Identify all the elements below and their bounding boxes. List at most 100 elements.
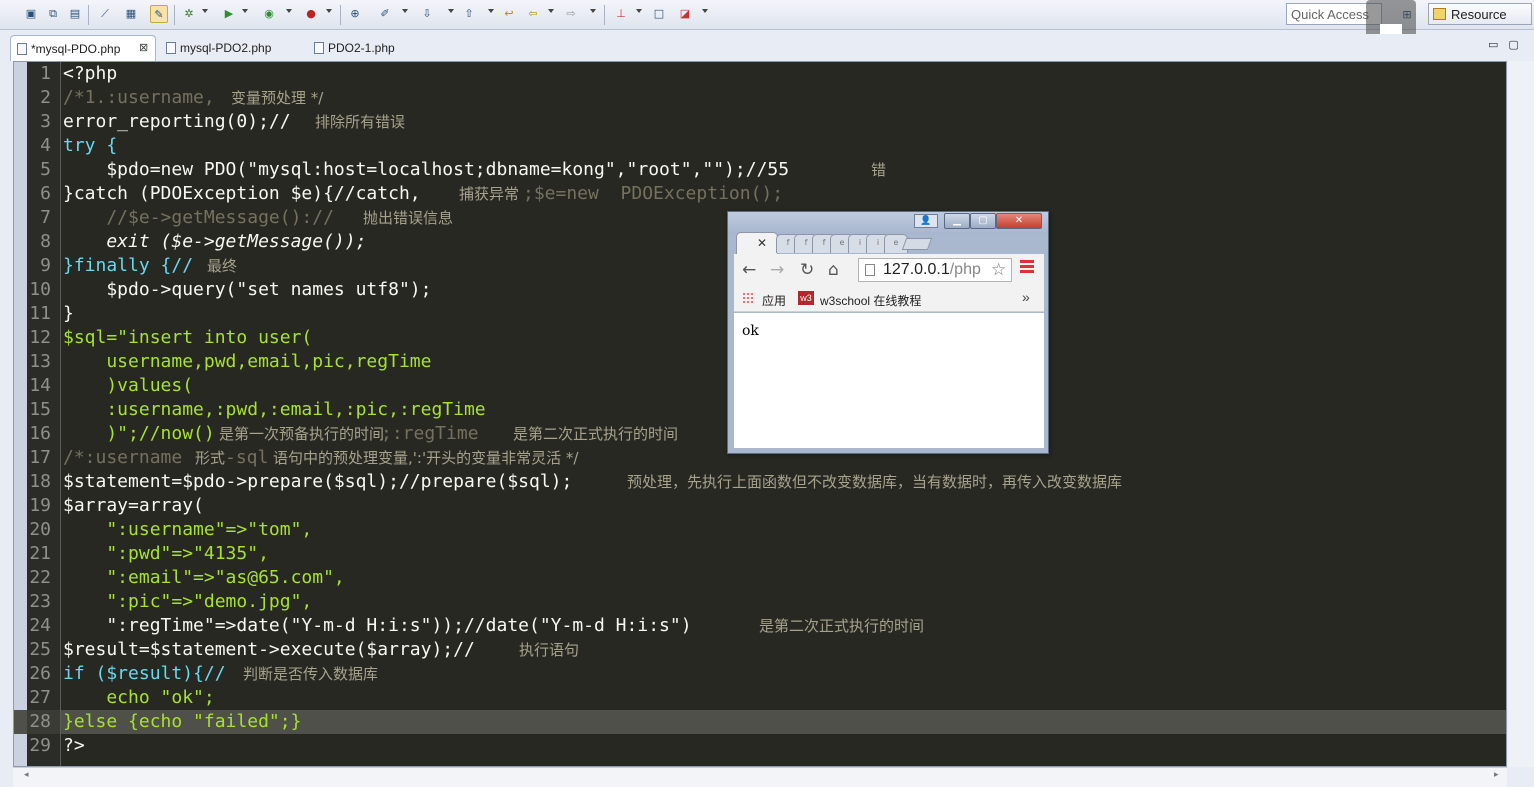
- code-line[interactable]: ":email"=>"as@65.com",: [63, 566, 344, 590]
- code-comment: 形式: [195, 449, 226, 467]
- tab-label: *mysql-PDO.php: [31, 42, 121, 56]
- forward-icon[interactable]: ⇨: [562, 5, 580, 23]
- skip-breakpoints-icon[interactable]: ⟋: [96, 5, 114, 23]
- code-line[interactable]: $pdo=new PDO("mysql:host=localhost;dbnam…: [63, 158, 789, 182]
- last-edit-icon[interactable]: ↩: [500, 5, 518, 23]
- home-icon[interactable]: ⌂: [828, 260, 839, 280]
- run-external-icon[interactable]: ◉: [260, 5, 278, 23]
- code-line[interactable]: $pdo->query("set names utf8");: [63, 278, 431, 302]
- code-line[interactable]: }: [63, 302, 74, 326]
- user-profile-icon[interactable]: 👤: [914, 214, 938, 228]
- line-number: 10: [29, 279, 51, 300]
- code-line[interactable]: :username,:pwd,:email,:pic,:regTime: [63, 398, 485, 422]
- blank-page-icon[interactable]: □: [650, 5, 668, 23]
- scroll-left-icon[interactable]: ◂: [24, 770, 29, 780]
- more-bookmarks-icon[interactable]: »: [1022, 289, 1030, 305]
- line-number: 16: [29, 423, 51, 444]
- pin-icon[interactable]: ⊥: [612, 5, 630, 23]
- browser-page-content: ok: [734, 313, 1044, 448]
- code-line-current[interactable]: }else {echo "failed";}: [63, 710, 301, 734]
- browser-tab-active[interactable]: ✕: [736, 232, 778, 254]
- toggle-mark-occurrences-icon[interactable]: ✎: [150, 5, 168, 23]
- close-icon[interactable]: ✕: [757, 236, 767, 250]
- code-line[interactable]: username,pwd,email,pic,regTime: [63, 350, 431, 374]
- maximize-button[interactable]: ▢: [970, 213, 996, 229]
- line-number: 22: [29, 567, 51, 588]
- wand-icon[interactable]: ✐: [376, 5, 394, 23]
- code-line[interactable]: //$e->getMessage()://: [63, 206, 334, 230]
- tab-pdo2-1[interactable]: PDO2-1.php: [308, 35, 418, 61]
- code-line[interactable]: ":pwd"=>"4135",: [63, 542, 269, 566]
- browser-toolbar: ← → ↻ ⌂ 127.0.0.1/php ☆: [734, 254, 1044, 286]
- close-window-button[interactable]: ✕: [996, 213, 1042, 229]
- minimize-button[interactable]: ▁: [944, 213, 970, 229]
- code-line[interactable]: ?>: [63, 734, 85, 758]
- back-icon[interactable]: ←: [742, 260, 756, 280]
- code-line[interactable]: ;:regTime: [381, 422, 479, 446]
- code-line[interactable]: /*:username: [63, 446, 182, 470]
- browser-tabstrip: ✕ f f f e i i e: [728, 230, 1048, 254]
- code-line[interactable]: )";//now(): [63, 422, 214, 446]
- code-line[interactable]: $array=array(: [63, 494, 204, 518]
- coverage-icon[interactable]: ●: [302, 5, 320, 23]
- horizontal-scrollbar[interactable]: [13, 767, 1507, 787]
- menu-icon[interactable]: [1020, 260, 1034, 276]
- perspective-resource-button[interactable]: Resource: [1428, 3, 1532, 25]
- code-line[interactable]: ":username"=>"tom",: [63, 518, 312, 542]
- reload-icon[interactable]: ↻: [800, 260, 814, 280]
- code-comment: 预处理，先执行上面函数但不改变数据库，当有数据时，再传入改变数据库: [627, 473, 1123, 491]
- view-controls[interactable]: ▭▢: [1488, 38, 1529, 51]
- code-line[interactable]: }catch (PDOException $e){//catch,: [63, 182, 421, 206]
- code-line[interactable]: ;$e=new PDOException();: [523, 182, 783, 206]
- code-line[interactable]: $sql="insert into user(: [63, 326, 312, 350]
- apps-grid-icon[interactable]: [742, 292, 754, 304]
- line-number: 6: [40, 183, 51, 204]
- address-bar[interactable]: 127.0.0.1/php ☆: [858, 258, 1012, 282]
- print-icon[interactable]: ▤: [66, 5, 84, 23]
- back-icon[interactable]: ⇦: [524, 5, 542, 23]
- line-number: 7: [40, 207, 51, 228]
- run-icon[interactable]: ▶: [220, 5, 238, 23]
- prev-annotation-icon[interactable]: ⇧: [460, 5, 478, 23]
- code-line[interactable]: <?php: [63, 62, 117, 86]
- next-annotation-icon[interactable]: ⇩: [418, 5, 436, 23]
- tab-mysql-pdo2[interactable]: mysql-PDO2.php: [160, 35, 300, 61]
- browser-window[interactable]: 👤 ▁ ▢ ✕ ✕ f f f e i i e ← → ↻ ⌂ 127.0.0.…: [727, 211, 1049, 454]
- code-line[interactable]: ":regTime"=>date("Y-m-d H:i:s"));//date(…: [63, 614, 691, 638]
- forward-icon[interactable]: →: [770, 260, 784, 280]
- scroll-right-icon[interactable]: ▸: [1494, 770, 1499, 780]
- save-icon[interactable]: ▣: [22, 5, 40, 23]
- globe-icon[interactable]: ⊕: [346, 5, 364, 23]
- bookmark-apps[interactable]: 应用: [762, 292, 786, 309]
- vertical-scrollbar[interactable]: [1508, 61, 1534, 767]
- line-number: 2: [40, 87, 51, 108]
- code-line[interactable]: $result=$statement->execute($array);//: [63, 638, 475, 662]
- perspective-label: Resource: [1451, 7, 1507, 22]
- code-line[interactable]: try {: [63, 134, 117, 158]
- build-icon[interactable]: ▦: [122, 5, 140, 23]
- bookmark-w3school[interactable]: w3school 在线教程: [820, 292, 921, 309]
- tab-mysql-pdo[interactable]: *mysql-PDO.php ⊠: [10, 35, 156, 61]
- code-line[interactable]: -sql: [225, 446, 268, 470]
- code-line[interactable]: )values(: [63, 374, 193, 398]
- save-all-icon[interactable]: ⧉: [44, 5, 62, 23]
- code-line[interactable]: $statement=$pdo->prepare($sql);//prepare…: [63, 470, 572, 494]
- debug-icon[interactable]: ✲: [180, 5, 198, 23]
- code-line[interactable]: exit ($e->getMessage());: [63, 230, 366, 254]
- bookmark-star-icon[interactable]: ☆: [991, 260, 1006, 280]
- line-number: 19: [29, 495, 51, 516]
- code-line[interactable]: ":pic"=>"demo.jpg",: [63, 590, 312, 614]
- code-comment: 是第二次正式执行的时间: [759, 617, 925, 635]
- page-icon: [865, 264, 875, 276]
- code-line[interactable]: echo "ok";: [63, 686, 214, 710]
- code-comment: 是第二次正式执行的时间: [513, 425, 679, 443]
- code-line[interactable]: /*1.:username,: [63, 86, 215, 110]
- line-number: 15: [29, 399, 51, 420]
- new-tab-button[interactable]: [901, 238, 933, 250]
- code-line[interactable]: }finally {//: [63, 254, 193, 278]
- open-task-icon[interactable]: ◪: [676, 5, 694, 23]
- code-line[interactable]: error_reporting(0);//: [63, 110, 291, 134]
- close-icon[interactable]: ⊠: [139, 41, 148, 54]
- code-line[interactable]: if ($result){//: [63, 662, 226, 686]
- folder-icon: [1433, 8, 1446, 20]
